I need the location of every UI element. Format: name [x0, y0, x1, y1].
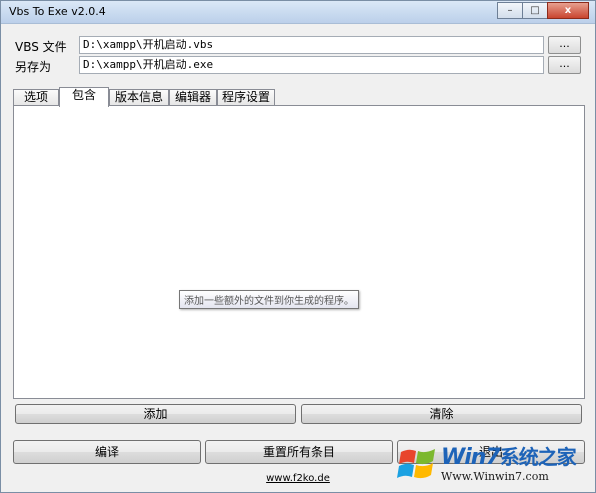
tab-version-info[interactable]: 版本信息	[109, 89, 169, 106]
minimize-icon: –	[507, 5, 513, 16]
close-icon: x	[564, 5, 572, 16]
windows-flag-icon	[397, 449, 435, 479]
window-title: Vbs To Exe v2.0.4	[9, 5, 106, 18]
add-button[interactable]: 添加	[15, 404, 296, 424]
tab-program-settings[interactable]: 程序设置	[217, 89, 275, 106]
app-window: Vbs To Exe v2.0.4 – □ x VBS 文件 D:\xampp\…	[0, 0, 596, 493]
maximize-icon: □	[530, 5, 540, 16]
saveas-browse-button[interactable]: ...	[548, 56, 581, 74]
title-bar[interactable]: Vbs To Exe v2.0.4 – □ x	[1, 1, 595, 24]
tab-options[interactable]: 选项	[13, 89, 59, 106]
maximize-button[interactable]: □	[522, 2, 548, 19]
saveas-path-input[interactable]: D:\xampp\开机启动.exe	[79, 56, 544, 74]
minimize-button[interactable]: –	[497, 2, 523, 19]
vbs-path-input[interactable]: D:\xampp\开机启动.vbs	[79, 36, 544, 54]
watermark-brand-main: Win7	[441, 444, 501, 470]
tab-editor[interactable]: 编辑器	[169, 89, 217, 106]
watermark-brand-cn: 系统之家	[499, 444, 577, 469]
include-tooltip: 添加一些额外的文件到你生成的程序。	[179, 290, 359, 309]
saveas-label: 另存为	[15, 60, 52, 74]
watermark-brand: Win7系统之家	[441, 444, 577, 470]
clear-button[interactable]: 清除	[301, 404, 582, 424]
tab-include[interactable]: 包含	[59, 87, 109, 107]
close-button[interactable]: x	[547, 2, 589, 19]
include-file-list[interactable]	[13, 105, 585, 399]
window-controls: – □ x	[497, 2, 589, 19]
watermark-logo: Win7系统之家 Www.Winwin7.com	[397, 438, 593, 490]
vbs-file-label: VBS 文件	[15, 40, 67, 54]
vbs-browse-button[interactable]: ...	[548, 36, 581, 54]
website-link-text[interactable]: www.f2ko.de	[266, 473, 330, 484]
watermark-url: Www.Winwin7.com	[441, 469, 549, 483]
watermark-text: Win7系统之家 Www.Winwin7.com	[441, 444, 577, 483]
compile-button[interactable]: 编译	[13, 440, 201, 464]
reset-all-button[interactable]: 重置所有条目	[205, 440, 393, 464]
